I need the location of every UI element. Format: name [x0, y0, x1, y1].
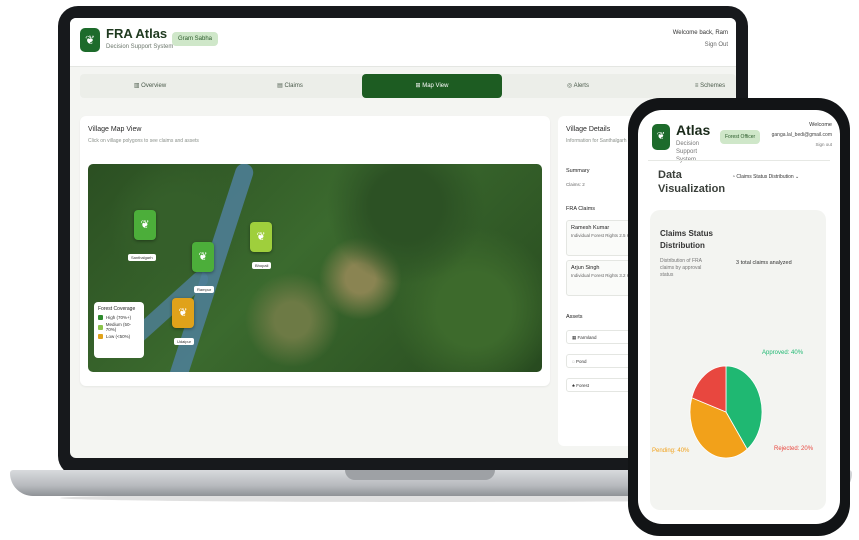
tab-alerts[interactable]: ◎ Alerts — [508, 74, 648, 98]
pie-chart: Approved: 40% Pending: 40% Rejected: 20% — [652, 350, 814, 459]
claims-heading: FRA Claims — [566, 206, 596, 212]
village-marker[interactable]: ❦ — [192, 242, 214, 272]
village-map-card: Village Map View Click on village polygo… — [80, 116, 550, 386]
phone-role-badge: Forest Officer — [720, 130, 761, 144]
village-label: Bhopali — [252, 262, 272, 269]
village-label: Santhalgarh — [128, 254, 156, 261]
leaf-icon: ❦ — [198, 251, 208, 263]
map-subtitle: Click on village polygons to see claims … — [88, 138, 199, 144]
map-title: Village Map View — [88, 126, 142, 133]
phone-app-title: Atlas — [676, 122, 711, 138]
tab-claims[interactable]: ▤ Claims — [220, 74, 360, 98]
app-title: FRA Atlas — [106, 26, 168, 41]
logout-link[interactable]: Sign Out — [705, 42, 728, 48]
welcome-text: Welcome back, Ram — [672, 30, 728, 36]
phone-logout[interactable]: Sign out — [815, 142, 832, 147]
details-title: Village Details — [566, 126, 611, 133]
chart-card-subtitle: Distribution of FRA claims by approval s… — [660, 258, 702, 278]
details-subtitle: Information for Santhalgarh — [566, 138, 627, 144]
legend-item: Medium (50-70%) — [98, 322, 140, 332]
assets-heading: Assets — [566, 314, 583, 320]
legend-item: Low (<50%) — [98, 334, 140, 339]
legend-item: High (70%+) — [98, 315, 140, 320]
map-legend: Forest Coverage High (70%+) Medium (50-7… — [94, 302, 144, 358]
claims-count: 3 total claims analyzed — [736, 260, 792, 266]
pie-label-approved: Approved: 40% — [762, 350, 804, 356]
leaf-icon: ❦ — [256, 231, 266, 243]
leaf-icon: ❦ — [178, 307, 188, 319]
leaf-icon: ❦ — [80, 28, 100, 52]
pie-label-pending: Pending: 40% — [652, 448, 690, 454]
leaf-icon: ❦ — [140, 219, 150, 231]
app-subtitle: Decision Support System — [106, 44, 174, 50]
village-marker[interactable]: ❦ — [172, 298, 194, 328]
tab-bar: ▥ Overview ▤ Claims ⊞ Map View ◎ Alerts … — [80, 74, 736, 98]
village-marker[interactable]: ❦ — [134, 210, 156, 240]
phone-user-email: ganga.lal_bedi@gmail.com — [771, 132, 832, 138]
pie-label-rejected: Rejected: 20% — [774, 446, 814, 452]
chart-card: Claims Status Distribution Distribution … — [650, 210, 826, 510]
summary-text: Claims: 2 — [566, 182, 585, 187]
village-label: Rampur — [194, 286, 215, 293]
chart-card-title: Claims Status Distribution — [660, 229, 713, 250]
phone-screen: ❦ Atlas Decision Support System Forest O… — [638, 110, 840, 524]
tab-map-view[interactable]: ⊞ Map View — [362, 74, 502, 98]
legend-title: Forest Coverage — [98, 306, 136, 312]
tab-overview[interactable]: ▥ Overview — [80, 74, 220, 98]
summary-heading: Summary — [566, 168, 590, 174]
village-label: Udaipur — [174, 338, 195, 345]
satellite-map[interactable]: ❦ Santhalgarh ❦ Rampur ❦ Bhopali ❦ Udaip… — [88, 164, 542, 372]
app-header: ❦ FRA Atlas Decision Support System Gram… — [70, 18, 736, 67]
tab-schemes[interactable]: ≡ Schemes — [640, 74, 736, 98]
chart-select[interactable]: ◔ Claims Status Distribution ⌄ — [732, 174, 799, 180]
bell-icon: ◎ — [567, 83, 574, 89]
chevron-down-icon: ⌄ — [793, 174, 800, 180]
leaf-icon: ❦ — [652, 124, 670, 150]
role-badge: Gram Sabha — [172, 32, 219, 46]
section-title: Data Visualization — [658, 169, 726, 195]
phone-welcome: Welcome — [809, 122, 832, 128]
file-icon: ▤ — [277, 83, 285, 89]
divider — [648, 160, 830, 161]
laptop-notch — [345, 470, 495, 480]
village-marker[interactable]: ❦ — [250, 222, 272, 252]
